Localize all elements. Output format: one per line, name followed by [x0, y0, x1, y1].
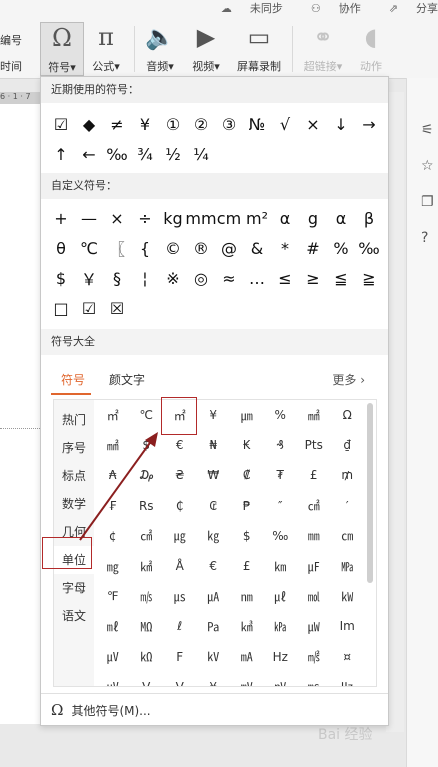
arrow-head — [145, 432, 158, 447]
arrow-line — [79, 439, 153, 541]
annotation-arrow — [79, 432, 158, 541]
